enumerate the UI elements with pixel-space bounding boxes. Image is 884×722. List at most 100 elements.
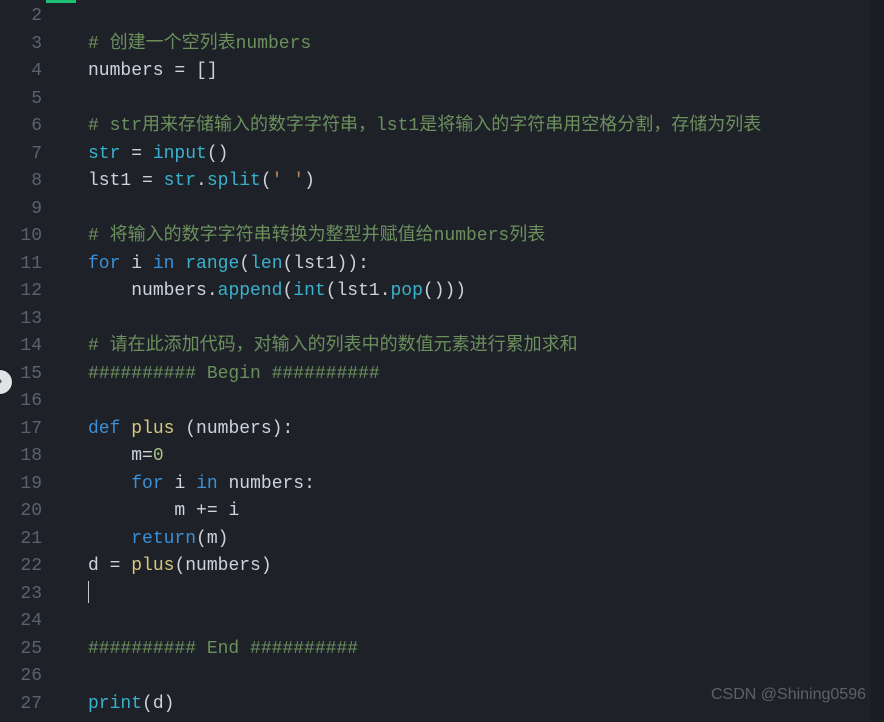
- code-token: (lst1)):: [283, 254, 369, 274]
- line-number: 10: [0, 223, 42, 251]
- line-number: 11: [0, 251, 42, 279]
- code-token: =: [131, 171, 163, 191]
- code-token: m: [131, 446, 142, 466]
- line-number-gutter: 2 3 4 5 6 7 8 9 10 11 12 13 14 15 16 17 …: [0, 0, 62, 722]
- code-line[interactable]: [62, 608, 884, 636]
- code-area[interactable]: # 创建一个空列表numbers numbers = [] # str用来存储输入的…: [62, 0, 884, 722]
- code-token: d: [153, 694, 164, 714]
- line-number: 19: [0, 471, 42, 499]
- code-line[interactable]: [62, 663, 884, 691]
- code-token: # 请在此添加代码，对输入的列表中的数值元素进行累加求和: [88, 336, 578, 356]
- code-token: numbers: [196, 419, 272, 439]
- code-token: plus: [131, 556, 174, 576]
- code-token: i: [131, 254, 142, 274]
- code-token: i: [228, 501, 239, 521]
- code-token: (: [261, 171, 272, 191]
- chevron-right-icon: ›: [0, 375, 4, 389]
- line-number: 13: [0, 306, 42, 334]
- code-line[interactable]: lst1 = str.split(' '): [62, 168, 884, 196]
- code-line[interactable]: return(m): [62, 526, 884, 554]
- code-line[interactable]: ########## End ##########: [62, 636, 884, 664]
- code-token: =: [120, 144, 152, 164]
- code-token: [164, 474, 175, 494]
- code-line[interactable]: [62, 196, 884, 224]
- code-line[interactable]: for i in numbers:: [62, 471, 884, 499]
- line-number: 22: [0, 553, 42, 581]
- line-number: 2: [0, 3, 42, 31]
- code-token: [185, 474, 196, 494]
- code-token: [120, 419, 131, 439]
- code-token: ):: [272, 419, 294, 439]
- text-cursor: [88, 581, 89, 603]
- code-token: [142, 254, 153, 274]
- code-token: numbers: [131, 281, 207, 301]
- code-token: in: [196, 474, 218, 494]
- code-token: def: [88, 419, 120, 439]
- line-number: 9: [0, 196, 42, 224]
- code-token: (lst1.: [326, 281, 391, 301]
- code-editor[interactable]: 2 3 4 5 6 7 8 9 10 11 12 13 14 15 16 17 …: [0, 0, 884, 722]
- code-token: =: [99, 556, 131, 576]
- code-line[interactable]: [62, 306, 884, 334]
- code-token: [88, 529, 131, 549]
- line-number: 18: [0, 443, 42, 471]
- code-token: print: [88, 694, 142, 714]
- code-token: +=: [185, 501, 228, 521]
- code-token: 0: [153, 446, 164, 466]
- code-line[interactable]: for i in range(len(lst1)):: [62, 251, 884, 279]
- code-token: d: [88, 556, 99, 576]
- code-token: range: [185, 254, 239, 274]
- code-line[interactable]: # 创建一个空列表numbers: [62, 31, 884, 59]
- code-token: len: [250, 254, 282, 274]
- code-line[interactable]: d = plus(numbers): [62, 553, 884, 581]
- code-token: str: [88, 144, 120, 164]
- code-line[interactable]: ########## Begin ##########: [62, 361, 884, 389]
- code-line[interactable]: numbers = []: [62, 58, 884, 86]
- code-token: [88, 501, 174, 521]
- code-token: lst1: [88, 171, 131, 191]
- code-token: (: [196, 529, 207, 549]
- code-token: :: [304, 474, 315, 494]
- code-line[interactable]: # str用来存储输入的数字字符串，lst1是将输入的字符串用空格分割，存储为列…: [62, 113, 884, 141]
- code-line[interactable]: str = input(): [62, 141, 884, 169]
- line-number: 4: [0, 58, 42, 86]
- code-token: (: [142, 694, 153, 714]
- line-number: 7: [0, 141, 42, 169]
- code-line[interactable]: [62, 3, 884, 31]
- code-token: in: [153, 254, 175, 274]
- code-token: ): [261, 556, 272, 576]
- line-number: 5: [0, 86, 42, 114]
- code-line[interactable]: [62, 388, 884, 416]
- code-line[interactable]: m=0: [62, 443, 884, 471]
- line-number: 17: [0, 416, 42, 444]
- code-token: numbers: [228, 474, 304, 494]
- line-number: 27: [0, 691, 42, 719]
- code-line[interactable]: m += i: [62, 498, 884, 526]
- code-line[interactable]: print(d): [62, 691, 884, 719]
- code-line[interactable]: # 将输入的数字字符串转换为整型并赋值给numbers列表: [62, 223, 884, 251]
- code-line[interactable]: # 请在此添加代码，对输入的列表中的数值元素进行累加求和: [62, 333, 884, 361]
- code-token: numbers: [185, 556, 261, 576]
- code-line[interactable]: numbers.append(int(lst1.pop())): [62, 278, 884, 306]
- line-number: 21: [0, 526, 42, 554]
- line-number: 12: [0, 278, 42, 306]
- code-line[interactable]: def plus (numbers):: [62, 416, 884, 444]
- code-token: = []: [164, 61, 218, 81]
- code-token: (): [207, 144, 229, 164]
- line-number: 14: [0, 333, 42, 361]
- code-line[interactable]: [62, 86, 884, 114]
- line-number: 6: [0, 113, 42, 141]
- vertical-scrollbar[interactable]: [870, 0, 884, 722]
- code-token: pop: [391, 281, 423, 301]
- code-token: # 创建一个空列表numbers: [88, 34, 311, 54]
- code-token: [218, 474, 229, 494]
- code-token: (: [174, 419, 196, 439]
- code-token: [120, 254, 131, 274]
- line-number: 3: [0, 31, 42, 59]
- code-token: [88, 281, 131, 301]
- code-token: append: [218, 281, 283, 301]
- code-token: ' ': [272, 171, 304, 191]
- code-token: split: [207, 171, 261, 191]
- code-line[interactable]: [62, 581, 884, 609]
- line-number: 23: [0, 581, 42, 609]
